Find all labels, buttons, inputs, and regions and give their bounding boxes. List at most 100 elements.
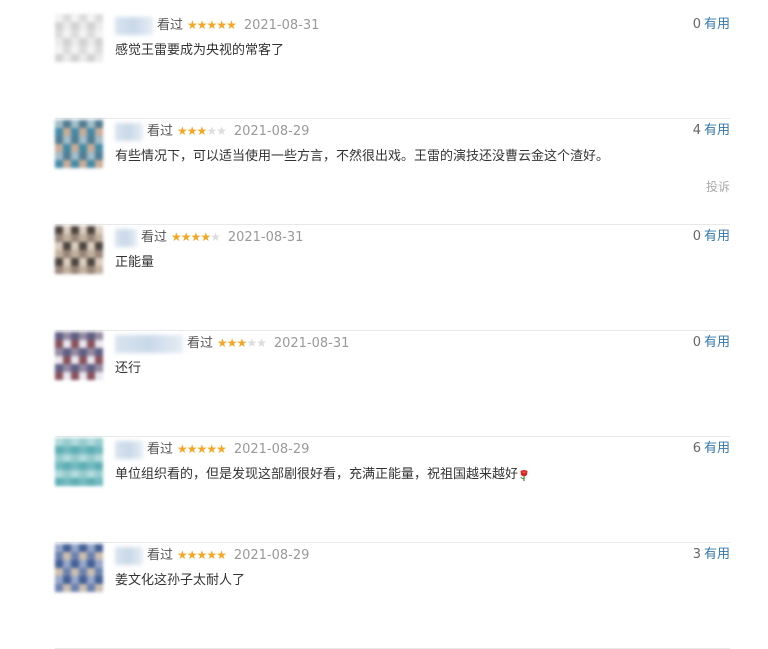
star-icon: ★ bbox=[236, 336, 248, 350]
star-icon: ★ bbox=[216, 18, 227, 32]
star-icon: ★ bbox=[206, 124, 217, 138]
username-blurred[interactable] bbox=[115, 546, 143, 565]
star-icon: ★ bbox=[196, 18, 208, 32]
vote-count: 6 bbox=[692, 441, 701, 456]
comment-meta: 看过 ★★★★★ 2021-08-31 bbox=[115, 14, 319, 36]
vote-count: 0 bbox=[692, 229, 701, 244]
star-icon: ★ bbox=[177, 442, 188, 456]
rating-stars: ★★★★★ bbox=[171, 226, 221, 248]
watched-label: 看过 bbox=[187, 336, 214, 351]
comment-item: 看过 ★★★★★ 2021-08-29 6 有用 单位组织看的，但是发现这部剧很好看，充满… bbox=[55, 438, 730, 543]
star-icon: ★ bbox=[256, 336, 267, 350]
comment-body: 姜文化这孙子太耐人了 bbox=[115, 573, 246, 588]
username-blurred[interactable] bbox=[115, 440, 143, 459]
comment-item: 看过 ★★★★★ 2021-08-29 3 有用姜文化这孙子太耐人了 bbox=[55, 544, 730, 649]
rating-stars: ★★★★★ bbox=[177, 438, 227, 460]
comment-body: 还行 bbox=[115, 361, 142, 376]
comment-date: 2021-08-29 bbox=[233, 442, 310, 457]
star-icon: ★ bbox=[216, 124, 227, 138]
star-icon: ★ bbox=[206, 18, 218, 32]
comment-date: 2021-08-31 bbox=[227, 230, 304, 245]
comment-meta: 看过 ★★★★★ 2021-08-31 bbox=[115, 226, 303, 248]
report-link[interactable]: 投诉 bbox=[706, 178, 730, 195]
watched-label: 看过 bbox=[147, 548, 174, 563]
rose-icon bbox=[520, 469, 528, 481]
star-icon: ★ bbox=[216, 442, 227, 456]
watched-label: 看过 bbox=[141, 230, 168, 245]
star-icon: ★ bbox=[190, 230, 202, 244]
comment-item: 看过 ★★★★★ 2021-08-31 0 有用 还行 bbox=[55, 332, 730, 437]
username-blurred[interactable] bbox=[115, 16, 153, 35]
comment-meta: 看过 ★★★★★ 2021-08-29 bbox=[115, 120, 309, 142]
useful-votes: 6 有用 bbox=[693, 438, 730, 460]
comment-body: 单位组织看的，但是发现这部剧很好看，充满正能量，祝祖国越来越好 bbox=[115, 467, 519, 482]
useful-votes: 0 有用 bbox=[693, 226, 730, 248]
star-icon: ★ bbox=[206, 442, 217, 456]
watched-label: 看过 bbox=[157, 18, 184, 33]
useful-button[interactable]: 有用 bbox=[704, 441, 730, 456]
username-blurred[interactable] bbox=[115, 228, 137, 247]
comment-body: 感觉王雷要成为央视的常客了 bbox=[115, 43, 285, 58]
star-icon: ★ bbox=[196, 124, 208, 138]
username-blurred[interactable] bbox=[115, 334, 183, 353]
comment-meta: 看过 ★★★★★ 2021-08-29 bbox=[115, 438, 309, 460]
rating-stars: ★★★★★ bbox=[177, 120, 227, 142]
useful-votes: 0 有用 bbox=[693, 332, 730, 354]
comment-body: 正能量 bbox=[115, 255, 155, 270]
comment-item: 看过 ★★★★★ 2021-08-31 0 有用 感觉王雷要成为央视的常客了 bbox=[55, 14, 730, 119]
avatar[interactable] bbox=[55, 14, 103, 62]
username-blurred[interactable] bbox=[115, 122, 143, 141]
comment-meta: 看过 ★★★★★ 2021-08-31 bbox=[115, 332, 349, 354]
rating-stars: ★★★★★ bbox=[187, 14, 237, 36]
star-icon: ★ bbox=[186, 124, 198, 138]
star-icon: ★ bbox=[186, 548, 198, 562]
comment-text: 正能量 bbox=[115, 252, 154, 274]
star-icon: ★ bbox=[226, 336, 238, 350]
star-icon: ★ bbox=[226, 18, 237, 32]
useful-votes: 0 有用 bbox=[693, 14, 730, 36]
avatar[interactable] bbox=[55, 120, 103, 168]
comment-date: 2021-08-31 bbox=[273, 336, 350, 351]
useful-button[interactable]: 有用 bbox=[704, 123, 730, 138]
watched-label: 看过 bbox=[147, 124, 174, 139]
rating-stars: ★★★★★ bbox=[177, 544, 227, 566]
vote-count: 4 bbox=[692, 123, 701, 138]
comment-item: 看过 ★★★★★ 2021-08-31 0 有用正能量 bbox=[55, 226, 730, 331]
star-icon: ★ bbox=[177, 124, 188, 138]
useful-votes: 3 有用 bbox=[693, 544, 730, 566]
comment-date: 2021-08-31 bbox=[243, 18, 320, 33]
comment-text: 感觉王雷要成为央视的常客了 bbox=[115, 40, 284, 62]
star-icon: ★ bbox=[187, 18, 198, 32]
star-icon: ★ bbox=[217, 336, 228, 350]
comment-text: 有些情况下，可以适当使用一些方言，不然很出戏。王雷的演技还没曹云金这个渣好。 bbox=[115, 146, 609, 168]
star-icon: ★ bbox=[200, 230, 211, 244]
star-icon: ★ bbox=[216, 548, 227, 562]
star-icon: ★ bbox=[186, 442, 198, 456]
useful-button[interactable]: 有用 bbox=[704, 335, 730, 350]
watched-label: 看过 bbox=[147, 442, 174, 457]
star-icon: ★ bbox=[196, 442, 208, 456]
useful-button[interactable]: 有用 bbox=[704, 229, 730, 244]
avatar[interactable] bbox=[55, 438, 103, 486]
comment-body: 有些情况下，可以适当使用一些方言，不然很出戏。王雷的演技还没曹云金这个渣好。 bbox=[115, 149, 610, 164]
star-icon: ★ bbox=[246, 336, 257, 350]
star-icon: ★ bbox=[210, 230, 221, 244]
vote-count: 0 bbox=[692, 17, 701, 32]
useful-votes: 4 有用 bbox=[693, 120, 730, 142]
star-icon: ★ bbox=[206, 548, 217, 562]
comment-text: 单位组织看的，但是发现这部剧很好看，充满正能量，祝祖国越来越好 bbox=[115, 464, 529, 486]
useful-button[interactable]: 有用 bbox=[704, 17, 730, 32]
star-icon: ★ bbox=[196, 548, 208, 562]
star-icon: ★ bbox=[171, 230, 182, 244]
vote-count: 3 bbox=[692, 547, 701, 562]
avatar[interactable] bbox=[55, 544, 103, 592]
comment-meta: 看过 ★★★★★ 2021-08-29 bbox=[115, 544, 309, 566]
avatar[interactable] bbox=[55, 332, 103, 380]
comment-date: 2021-08-29 bbox=[233, 124, 310, 139]
comment-date: 2021-08-29 bbox=[233, 548, 310, 563]
useful-button[interactable]: 有用 bbox=[704, 547, 730, 562]
comment-text: 还行 bbox=[115, 358, 141, 380]
comment-item: 看过 ★★★★★ 2021-08-29 4 有用 有些情况下，可以适当使用一些方言，不然很… bbox=[55, 120, 730, 225]
avatar[interactable] bbox=[55, 226, 103, 274]
comment-text: 姜文化这孙子太耐人了 bbox=[115, 570, 245, 592]
